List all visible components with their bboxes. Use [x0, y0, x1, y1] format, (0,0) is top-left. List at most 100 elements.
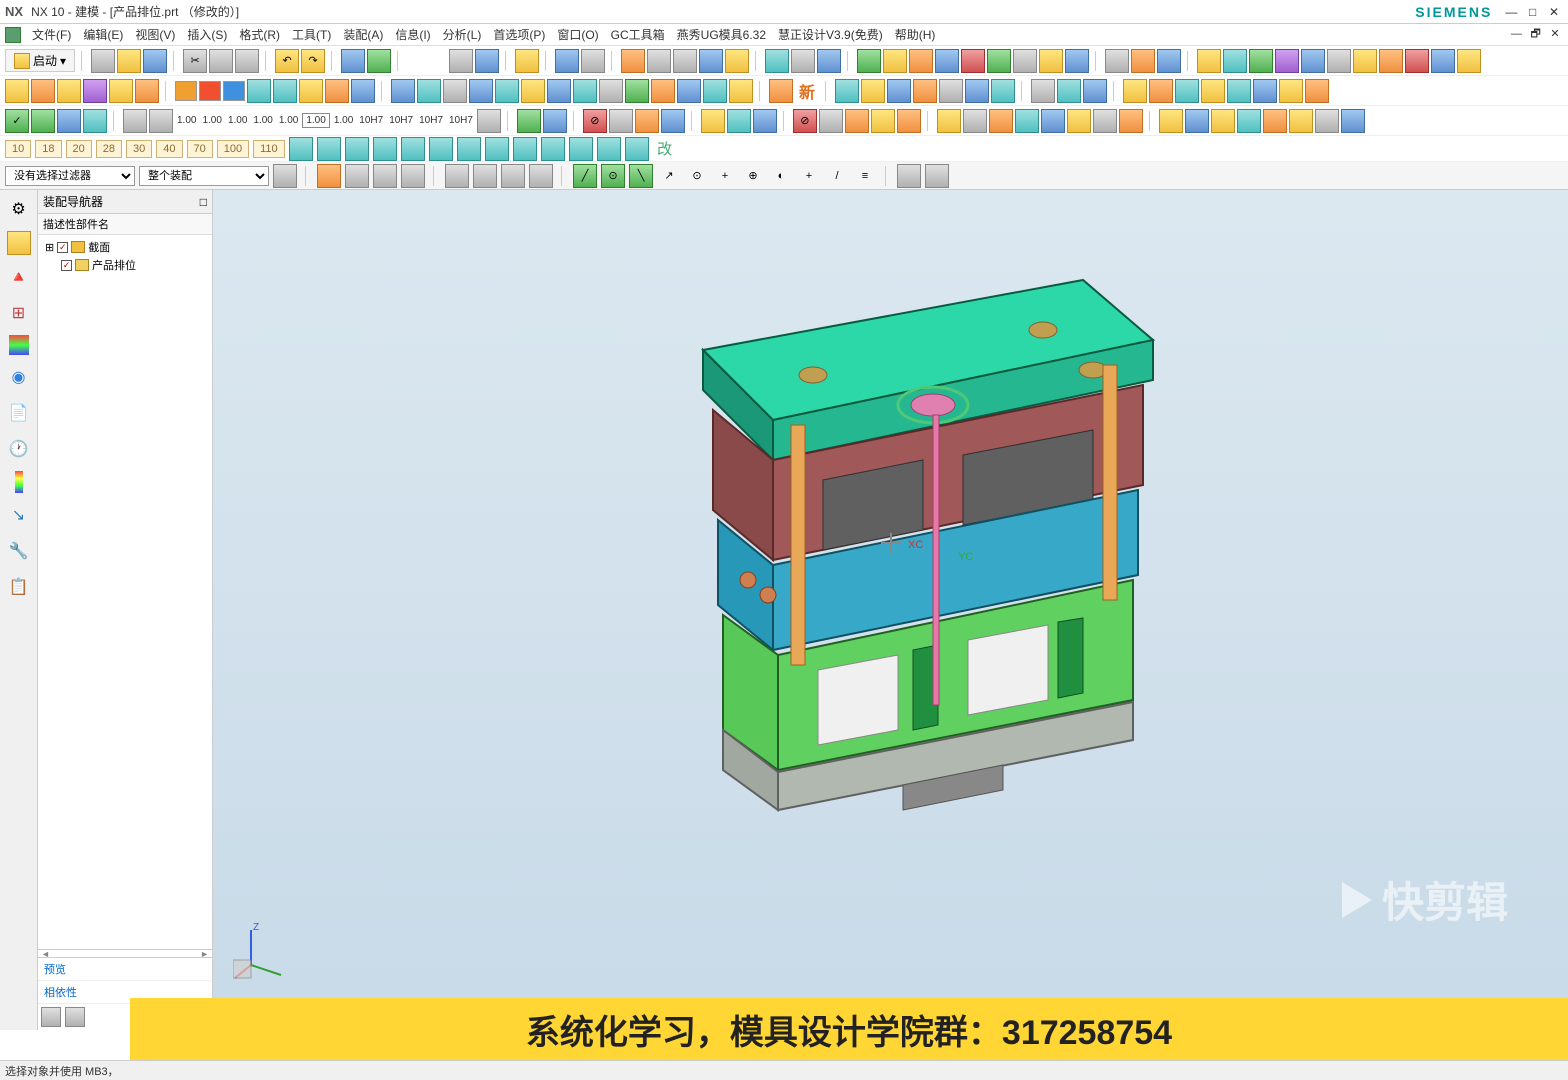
cut-button[interactable]: ✂	[183, 49, 207, 73]
tb-btn-a16[interactable]	[857, 49, 881, 73]
tb2-23[interactable]	[677, 79, 701, 103]
tb3-34[interactable]	[1263, 109, 1287, 133]
tb-btn-a14[interactable]	[791, 49, 815, 73]
tb2-44[interactable]	[1305, 79, 1329, 103]
fl-2[interactable]	[317, 164, 341, 188]
tb-btn-a4[interactable]	[475, 49, 499, 73]
fl-6[interactable]	[445, 164, 469, 188]
tb3-6[interactable]	[149, 109, 173, 133]
sz-i10[interactable]	[541, 137, 565, 161]
tb-btn-a26[interactable]	[1131, 49, 1155, 73]
sz-i9[interactable]	[513, 137, 537, 161]
tb-btn-a38[interactable]	[1457, 49, 1481, 73]
app-menu-icon[interactable]	[5, 27, 21, 43]
tb3-30[interactable]	[1159, 109, 1183, 133]
tb3-9[interactable]	[543, 109, 567, 133]
tb-btn-a5[interactable]	[515, 49, 539, 73]
tb2-27[interactable]	[835, 79, 859, 103]
tol-10[interactable]: 10H7	[417, 115, 445, 126]
size-40[interactable]: 40	[156, 140, 182, 158]
rail-settings[interactable]: ⚙	[5, 195, 33, 223]
tb-btn-a2[interactable]	[367, 49, 391, 73]
rail-8[interactable]: ↘	[5, 501, 33, 529]
tb-btn-a3[interactable]	[449, 49, 473, 73]
menu-yanxiu[interactable]: 燕秀UG模具6.32	[671, 24, 772, 45]
rail-7[interactable]	[15, 471, 23, 493]
tb3-32[interactable]	[1211, 109, 1235, 133]
rail-5[interactable]: 📄	[5, 399, 33, 427]
sz-i5[interactable]	[401, 137, 425, 161]
size-100[interactable]: 100	[217, 140, 249, 158]
tb-btn-a21[interactable]	[987, 49, 1011, 73]
tb3-15[interactable]	[727, 109, 751, 133]
nav-btm-1[interactable]	[41, 1007, 61, 1027]
open-button[interactable]	[117, 49, 141, 73]
tb-btn-a9[interactable]	[647, 49, 671, 73]
size-20[interactable]: 20	[66, 140, 92, 158]
tb-btn-a31[interactable]	[1275, 49, 1299, 73]
nav-btm-2[interactable]	[65, 1007, 85, 1027]
tb3-26[interactable]	[1041, 109, 1065, 133]
tb3-13[interactable]	[661, 109, 685, 133]
tree-checkbox-2[interactable]: ✓	[61, 260, 72, 271]
tb2-25[interactable]	[729, 79, 753, 103]
sz-i11[interactable]	[569, 137, 593, 161]
menu-edit[interactable]: 编辑(E)	[77, 24, 129, 45]
fl-8[interactable]	[501, 164, 525, 188]
tb2-33[interactable]	[991, 79, 1015, 103]
menu-assembly[interactable]: 装配(A)	[337, 24, 389, 45]
tb-btn-a25[interactable]	[1105, 49, 1129, 73]
tb-btn-a37[interactable]	[1431, 49, 1455, 73]
fl-9[interactable]	[529, 164, 553, 188]
undo-button[interactable]: ↶	[275, 49, 299, 73]
tb2-8[interactable]	[273, 79, 297, 103]
menu-gc-toolbox[interactable]: GC工具箱	[605, 24, 671, 45]
snap-8[interactable]: ◐	[769, 164, 793, 188]
snap-1[interactable]: ╱	[573, 164, 597, 188]
tb3-37[interactable]	[1341, 109, 1365, 133]
tb3-29[interactable]	[1119, 109, 1143, 133]
tb-btn-a36[interactable]	[1405, 49, 1429, 73]
tb2-28[interactable]	[861, 79, 885, 103]
tol-7[interactable]: 1.00	[332, 115, 355, 126]
tb-btn-a7[interactable]	[581, 49, 605, 73]
tb3-22[interactable]	[937, 109, 961, 133]
tb2-6[interactable]	[135, 79, 159, 103]
tb-btn-a20[interactable]	[961, 49, 985, 73]
sz-mod[interactable]: 改	[653, 137, 677, 161]
tb3-25[interactable]	[1015, 109, 1039, 133]
tb2-42[interactable]	[1253, 79, 1277, 103]
tb3-7[interactable]	[477, 109, 501, 133]
size-10[interactable]: 10	[5, 140, 31, 158]
tb-btn-a12[interactable]	[725, 49, 749, 73]
menu-preferences[interactable]: 首选项(P)	[487, 24, 551, 45]
tb2-38[interactable]	[1149, 79, 1173, 103]
sub-close-button[interactable]: ✕	[1547, 27, 1563, 40]
tb3-27[interactable]	[1067, 109, 1091, 133]
size-110[interactable]: 110	[253, 140, 285, 158]
snap-3[interactable]: ╲	[629, 164, 653, 188]
tb-btn-a6[interactable]	[555, 49, 579, 73]
start-button[interactable]: 启动▾	[5, 49, 75, 72]
tol-2[interactable]: 1.00	[200, 115, 223, 126]
snap-9[interactable]: +	[797, 164, 821, 188]
tb2-5[interactable]	[109, 79, 133, 103]
tb3-33[interactable]	[1237, 109, 1261, 133]
tb2-32[interactable]	[965, 79, 989, 103]
tb3-31[interactable]	[1185, 109, 1209, 133]
mold-model[interactable]: XC YC	[563, 230, 1183, 830]
color-orange[interactable]	[175, 81, 197, 101]
tb3-4[interactable]	[83, 109, 107, 133]
paste-button[interactable]	[235, 49, 259, 73]
tol-1[interactable]: 1.00	[175, 115, 198, 126]
selection-filter-dropdown[interactable]: 没有选择过滤器	[5, 166, 135, 186]
tb2-14[interactable]	[443, 79, 467, 103]
tb-btn-a30[interactable]	[1249, 49, 1273, 73]
tb-btn-a18[interactable]	[909, 49, 933, 73]
tol-8[interactable]: 10H7	[357, 115, 385, 126]
sub-restore-button[interactable]: 🗗	[1528, 25, 1544, 44]
rail-2[interactable]: ⊞	[5, 299, 33, 327]
size-30[interactable]: 30	[126, 140, 152, 158]
copy-button[interactable]	[209, 49, 233, 73]
tb-btn-a13[interactable]	[765, 49, 789, 73]
